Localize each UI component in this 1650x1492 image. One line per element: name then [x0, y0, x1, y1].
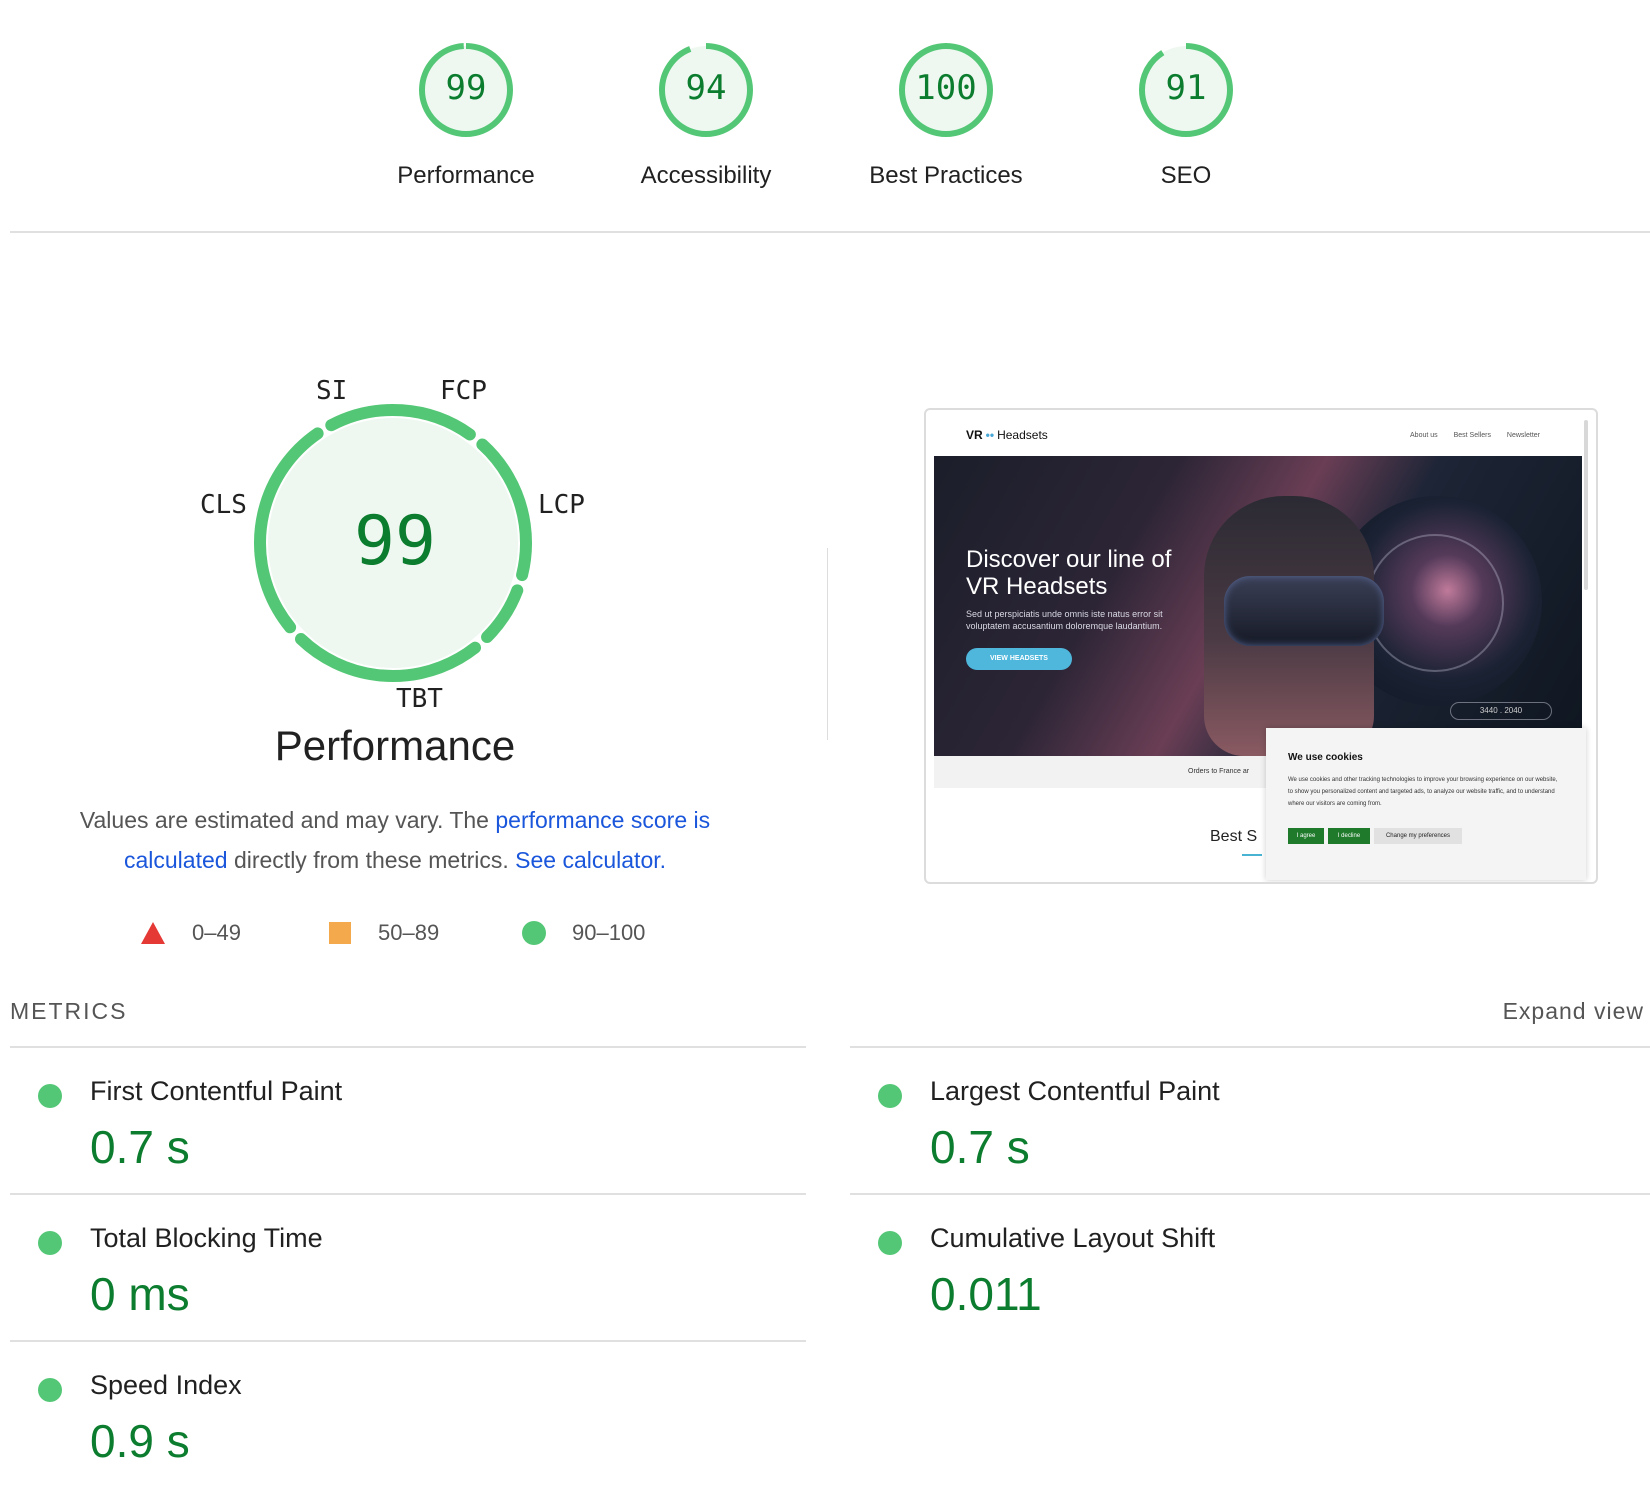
logo-text: Headsets	[997, 428, 1048, 442]
hero-title-line: VR Headsets	[966, 573, 1108, 600]
legend-fail: 0–49	[140, 920, 241, 946]
cookie-banner: We use cookies We use cookies and other …	[1266, 728, 1586, 880]
cookie-title: We use cookies	[1288, 752, 1363, 763]
see-calculator-link[interactable]: See calculator.	[515, 847, 666, 873]
logo-text: VR	[966, 428, 983, 442]
heading-underline	[1242, 854, 1262, 856]
resolution-badge: 3440 . 2040	[1450, 702, 1552, 720]
metric-label: Speed Index	[90, 1370, 242, 1400]
performance-gauge: SI FCP CLS LCP TBT 99	[180, 376, 610, 714]
cookie-agree-button: I agree	[1288, 828, 1324, 844]
metric-value: 0.9 s	[90, 1415, 190, 1467]
gauge-performance[interactable]: 99 Performance	[366, 40, 566, 190]
gauge-label: SEO	[1160, 162, 1212, 189]
gauge-score: 94	[685, 68, 727, 108]
menu-item: Best Sellers	[1453, 432, 1491, 439]
hero-title-line: Discover our line of	[966, 546, 1172, 573]
divider	[10, 231, 1650, 233]
category-gauges: 99 Performance 94 Accessibility 100 Best…	[0, 0, 1650, 230]
metric-lcp[interactable]: Largest Contentful Paint 0.7 s	[850, 1048, 1550, 1188]
logo-dots: ••	[985, 428, 995, 442]
desc-text: Values are estimated and may vary. The	[79, 807, 496, 833]
metric-cls[interactable]: Cumulative Layout Shift 0.011	[850, 1195, 1550, 1335]
best-sellers-heading: Best S	[1210, 828, 1258, 845]
metric-label: Total Blocking Time	[90, 1223, 323, 1253]
gauge-label-fcp: FCP	[440, 376, 487, 406]
pass-circle-icon	[38, 1378, 62, 1402]
gauge-label-tbt: TBT	[396, 684, 443, 714]
gauge-seo[interactable]: 91 SEO	[1086, 40, 1286, 190]
ring-graphic	[1366, 534, 1504, 672]
metric-value: 0.011	[930, 1268, 1042, 1320]
gauge-label-si: SI	[316, 376, 348, 406]
pass-circle-icon	[38, 1084, 62, 1108]
scrollbar	[1584, 420, 1588, 590]
legend-range: 50–89	[378, 920, 440, 945]
metric-tbt[interactable]: Total Blocking Time 0 ms	[10, 1195, 710, 1335]
gauge-accessibility[interactable]: 94 Accessibility	[606, 40, 806, 190]
view-headsets-button: VIEW HEADSETS	[966, 648, 1072, 670]
metric-label: Cumulative Layout Shift	[930, 1223, 1216, 1253]
metric-value: 0 ms	[90, 1268, 190, 1320]
performance-title: Performance	[274, 722, 516, 769]
gauge-score: 91	[1165, 68, 1207, 108]
score-legend: 0–49 50–89 90–100	[140, 920, 740, 954]
vertical-separator	[827, 548, 828, 740]
performance-description: Values are estimated and may vary. The p…	[50, 800, 740, 880]
circle-icon	[522, 921, 546, 945]
legend-pass: 90–100	[522, 920, 645, 946]
legend-range: 90–100	[572, 920, 646, 945]
gauge-score: 99	[445, 68, 487, 108]
metric-value: 0.7 s	[90, 1121, 190, 1173]
vr-headset-graphic	[1224, 576, 1384, 646]
gauge-label: Performance	[397, 162, 535, 189]
metric-si[interactable]: Speed Index 0.9 s	[10, 1342, 710, 1482]
hero-image: Discover our line of VR Headsets Sed ut …	[934, 456, 1582, 756]
shipping-text: Orders to France ar	[1188, 768, 1250, 775]
square-icon	[329, 922, 351, 944]
metric-fcp[interactable]: First Contentful Paint 0.7 s	[10, 1048, 710, 1188]
menu-item: About us	[1410, 432, 1438, 439]
final-screenshot[interactable]: VR •• Headsets About us Best Sellers Newsl…	[924, 408, 1598, 884]
performance-score: 99	[354, 502, 436, 581]
desc-text: directly from these metrics.	[227, 847, 516, 873]
metric-label: First Contentful Paint	[90, 1076, 343, 1106]
metrics-heading: METRICS	[10, 998, 128, 1024]
menu-item: Newsletter	[1506, 432, 1540, 439]
gauge-best-practices[interactable]: 100 Best Practices	[846, 40, 1046, 190]
legend-range: 0–49	[192, 920, 241, 945]
pass-circle-icon	[878, 1231, 902, 1255]
gauge-label: Best Practices	[869, 162, 1023, 189]
pass-circle-icon	[878, 1084, 902, 1108]
legend-average: 50–89	[328, 920, 439, 946]
hero-title: Discover our line of VR Headsets	[966, 546, 1171, 600]
cookie-preferences-button: Change my preferences	[1374, 828, 1462, 844]
gauge-score: 100	[915, 68, 977, 108]
hero-subtitle: Sed ut perspiciatis unde omnis iste natu…	[966, 609, 1163, 631]
expand-view-button[interactable]: Expand view	[1503, 998, 1644, 1025]
cookie-body: We use cookies and other tracking techno…	[1288, 777, 1558, 807]
pass-circle-icon	[38, 1231, 62, 1255]
triangle-icon	[141, 922, 165, 944]
cookie-decline-button: I decline	[1328, 828, 1370, 844]
site-logo: VR •• Headsets	[966, 428, 1048, 442]
metric-label: Largest Contentful Paint	[930, 1076, 1220, 1106]
site-menu: About us Best Sellers Newsletter	[1396, 432, 1540, 439]
metric-value: 0.7 s	[930, 1121, 1030, 1173]
gauge-label: Accessibility	[640, 162, 772, 189]
